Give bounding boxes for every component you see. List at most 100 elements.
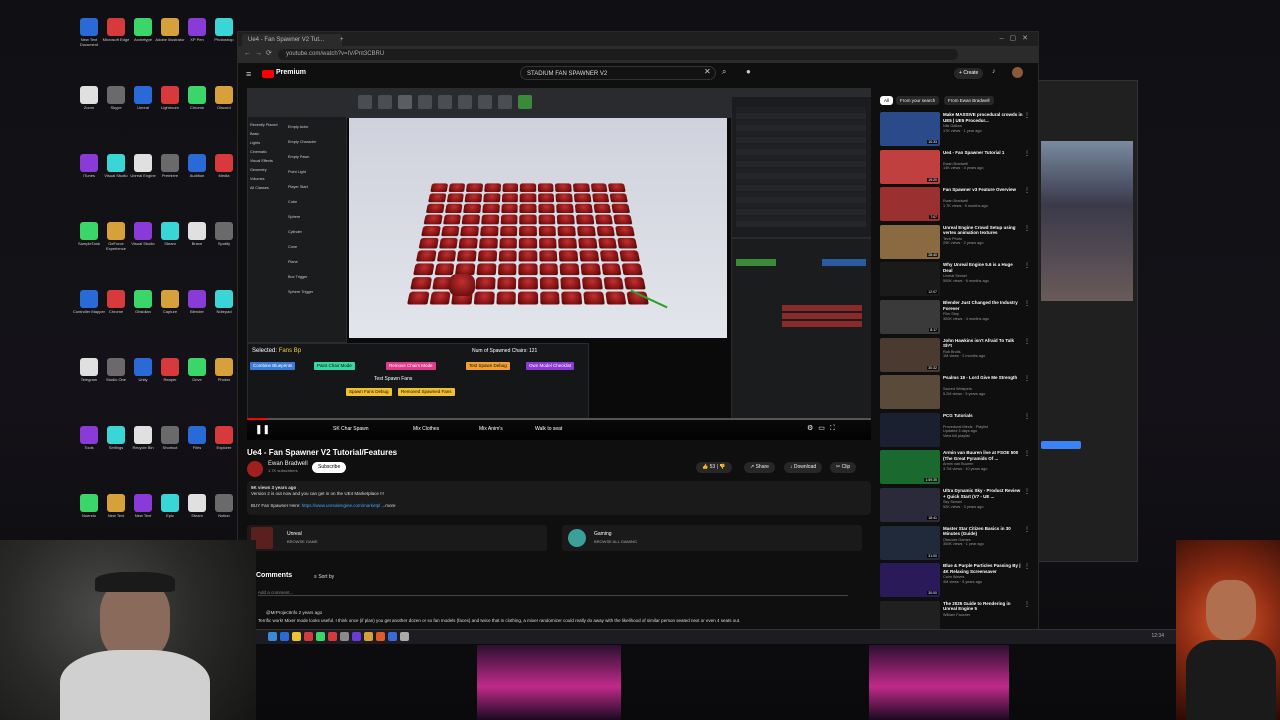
- channel-name[interactable]: Ewan Bradwell: [268, 461, 308, 467]
- recommendation-item[interactable]: PCG Tutorials Procedural Minds · Playlist…: [880, 412, 1030, 449]
- video-thumbnail[interactable]: 28:40: [880, 224, 940, 259]
- progress-track[interactable]: [247, 418, 871, 420]
- taskbar-app-icon[interactable]: [376, 632, 385, 641]
- recommendation-item[interactable]: 10:33 Make MASSIVE procedural crowds in U…: [880, 112, 1030, 148]
- desktop-icon[interactable]: Photos: [207, 358, 241, 382]
- like-button[interactable]: 👍 53 | 👎: [696, 462, 732, 473]
- test-spawn-debug-button[interactable]: Test Spawn Debug: [466, 362, 510, 370]
- video-thumbnail[interactable]: 30:00: [880, 563, 940, 598]
- taskbar-app-icon[interactable]: [364, 632, 373, 641]
- edit-blueprint-button[interactable]: [822, 259, 866, 266]
- recommendation-item[interactable]: 12:07 Why Unreal Engine 5.6 is a Huge Dea…: [880, 262, 1030, 298]
- recommendation-item[interactable]: 8:17 Blender Just Changed the Industry Fo…: [880, 300, 1030, 336]
- ue-category-item[interactable]: Visual Effects: [250, 159, 286, 168]
- more-options-icon[interactable]: ⋮: [1024, 375, 1030, 382]
- more-options-icon[interactable]: ⋮: [1024, 338, 1030, 345]
- add-component-button[interactable]: [736, 259, 776, 266]
- video-thumbnail[interactable]: [880, 600, 940, 630]
- more-options-icon[interactable]: ⋮: [1024, 225, 1030, 232]
- recommendation-item[interactable]: Psalms 18 - Lord Give Me Strength Sacred …: [880, 375, 1030, 411]
- ue-category-item[interactable]: Lights: [250, 141, 286, 150]
- ue-place-item[interactable]: Plane: [288, 260, 344, 275]
- player-settings-icons[interactable]: ⚙▭⛶: [807, 424, 840, 433]
- new-tab-button[interactable]: +: [334, 34, 350, 46]
- taskbar-app-icon[interactable]: [340, 632, 349, 641]
- desktop-icon[interactable]: Explorer: [207, 426, 241, 450]
- recommendation-item[interactable]: 30:00 Blue & Purple Particles Passing By …: [880, 563, 1030, 599]
- video-thumbnail[interactable]: 30:32: [880, 337, 940, 372]
- taskbar-app-icon[interactable]: [304, 632, 313, 641]
- window-thumbnail[interactable]: [869, 645, 1009, 720]
- youtube-logo-icon[interactable]: [262, 70, 274, 78]
- ue-category-item[interactable]: All Classes: [250, 186, 286, 195]
- player-controls[interactable]: ❚❚ SK Char Spawn Mix Clothes Mix Anim's …: [247, 418, 871, 440]
- own-model-button[interactable]: Own Model Checklist: [526, 362, 575, 370]
- video-thumbnail[interactable]: 7:07: [880, 187, 940, 222]
- recommendation-item[interactable]: 30:32 John Hawkins isn't Afraid To Talk S…: [880, 337, 1030, 374]
- more-options-icon[interactable]: ⋮: [1024, 413, 1030, 420]
- removed-spawned-button[interactable]: Removed Spawned Fans: [398, 388, 455, 396]
- window-controls[interactable]: –▢✕: [1000, 34, 1034, 42]
- background-window[interactable]: [1036, 80, 1138, 562]
- clear-search-icon[interactable]: ✕: [704, 67, 711, 76]
- ue-category-item[interactable]: Volumes: [250, 177, 286, 186]
- more-options-icon[interactable]: ⋮: [1024, 601, 1030, 608]
- more-options-icon[interactable]: ⋮: [1024, 450, 1030, 457]
- ue-place-item[interactable]: Sphere: [288, 215, 344, 230]
- desktop-icon[interactable]: Media: [207, 154, 241, 178]
- ue-category-item[interactable]: Geometry: [250, 168, 286, 177]
- ue-place-item[interactable]: Empty Actor: [288, 125, 344, 140]
- more-options-icon[interactable]: ⋮: [1024, 187, 1030, 194]
- create-button[interactable]: + Create: [954, 68, 984, 79]
- remove-chairs-button[interactable]: Remove Chairs Mode: [386, 362, 436, 370]
- video-thumbnail[interactable]: 19:20: [880, 149, 940, 184]
- nav-arrows-icon[interactable]: ←→⟳: [244, 49, 276, 57]
- taskbar-app-icon[interactable]: [328, 632, 337, 641]
- avatar[interactable]: [1012, 67, 1023, 78]
- recommendation-item[interactable]: 19:20 Ue4 - Fan Spawner Tutorial 1 Ewan Br…: [880, 149, 1030, 186]
- recommendation-item[interactable]: 31:00 Master Star Citizen Basics in 30 Mi…: [880, 525, 1030, 562]
- subscribe-button[interactable]: Subscribe: [312, 462, 347, 473]
- taskbar-app-icon[interactable]: [292, 632, 301, 641]
- window-thumbnail[interactable]: [477, 645, 621, 720]
- video-thumbnail[interactable]: 10:33: [880, 112, 940, 146]
- desktop-icon[interactable]: Spotify: [207, 222, 241, 246]
- filter-chip[interactable]: From your search: [896, 96, 940, 105]
- ue-place-item[interactable]: Box Trigger: [288, 275, 344, 290]
- recommendation-item[interactable]: 7:07 Fan Spawner v3 Feature Overview Ewan …: [880, 187, 1030, 223]
- share-button[interactable]: ↗ Share: [744, 462, 775, 473]
- video-thumbnail[interactable]: 1:59:35: [880, 450, 940, 485]
- game-tag-gaming[interactable]: Gaming BROWSE ALL GAMING: [562, 525, 862, 551]
- video-thumbnail[interactable]: 18:41: [880, 488, 940, 522]
- ue-place-item[interactable]: Sphere Trigger: [288, 290, 344, 305]
- notifications-icon[interactable]: ♪: [992, 68, 996, 75]
- buy-link[interactable]: https://www.unrealengine.com/marketpl: [302, 503, 381, 508]
- ue-place-item[interactable]: Cone: [288, 245, 344, 260]
- video-thumbnail[interactable]: 8:17: [880, 300, 940, 334]
- recommendation-item[interactable]: The 2025 Guide to Rendering in Unreal En…: [880, 600, 1030, 630]
- video-thumbnail[interactable]: [880, 412, 940, 447]
- add-comment-input[interactable]: Add a comment...: [258, 590, 848, 596]
- filter-chip[interactable]: All: [880, 96, 894, 105]
- video-player[interactable]: Recently Placed Basic Lights Cinematic Visua…: [247, 88, 871, 440]
- taskbar-app-icon[interactable]: [280, 632, 289, 641]
- recommendation-item[interactable]: 18:41 Ultra Dynamic Sky - Product Review …: [880, 488, 1030, 524]
- ue-place-item[interactable]: Cube: [288, 200, 344, 215]
- more-options-icon[interactable]: ⋮: [1024, 112, 1030, 119]
- taskbar-app-icon[interactable]: [352, 632, 361, 641]
- ue-place-item[interactable]: Empty Pawn: [288, 155, 344, 170]
- blue-button[interactable]: [1041, 441, 1081, 449]
- url-field[interactable]: youtube.com/watch?v=IV/Pnt3CBRU: [278, 49, 958, 60]
- more-options-icon[interactable]: ⋮: [1024, 262, 1030, 269]
- video-thumbnail[interactable]: 12:07: [880, 262, 940, 297]
- taskbar-app-icon[interactable]: [316, 632, 325, 641]
- ue-place-item[interactable]: Point Light: [288, 170, 344, 185]
- ue-category-item[interactable]: Cinematic: [250, 150, 286, 159]
- description-box[interactable]: 5K views 3 years ago Version 2 is out no…: [247, 481, 871, 515]
- download-button[interactable]: ↓ Download: [784, 462, 823, 473]
- search-input[interactable]: STADIUM FAN SPAWNER V2: [520, 66, 716, 80]
- taskbar-app-icon[interactable]: [400, 632, 409, 641]
- clip-button[interactable]: ✂ Clip: [830, 462, 857, 473]
- desktop-icon[interactable]: Notion: [207, 494, 241, 518]
- more-options-icon[interactable]: ⋮: [1024, 150, 1030, 157]
